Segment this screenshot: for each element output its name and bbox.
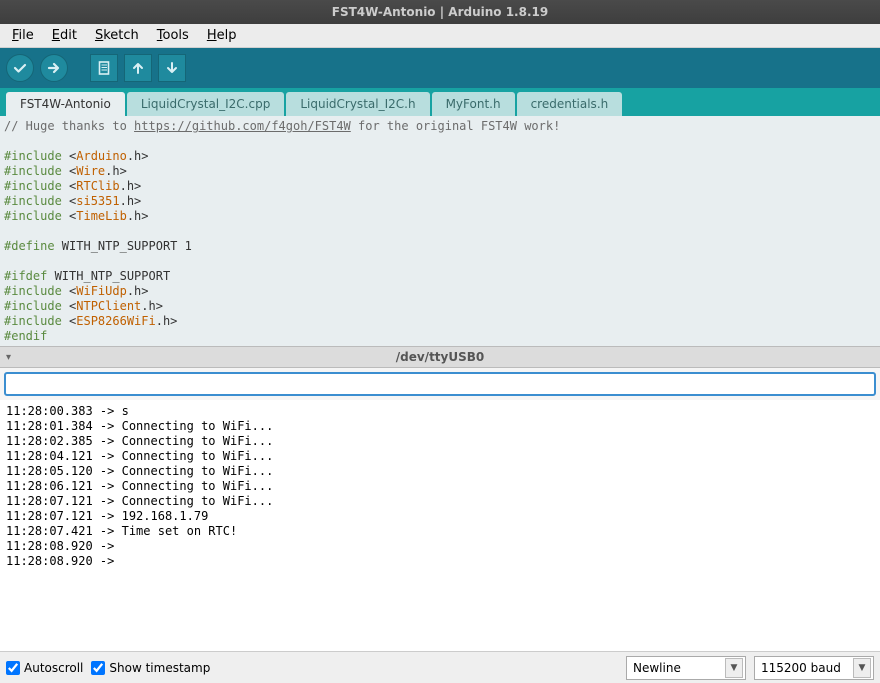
serial-input[interactable] [4, 372, 876, 396]
line-ending-select[interactable]: Newline ▼ [626, 656, 746, 680]
tab-liquidcrystal-cpp[interactable]: LiquidCrystal_I2C.cpp [127, 92, 284, 116]
autoscroll-input[interactable] [6, 661, 20, 675]
window-title: FST4W-Antonio | Arduino 1.8.19 [332, 5, 548, 19]
serial-output[interactable]: 11:28:00.383 -> s 11:28:01.384 -> Connec… [0, 400, 880, 651]
serial-monitor-header: ▾ /dev/ttyUSB0 [0, 346, 880, 368]
arrow-down-icon [164, 60, 180, 76]
window-titlebar: FST4W-Antonio | Arduino 1.8.19 [0, 0, 880, 24]
tab-fst4w-antonio[interactable]: FST4W-Antonio [6, 92, 125, 116]
tab-credentials-h[interactable]: credentials.h [517, 92, 623, 116]
menubar: File Edit Sketch Tools Help [0, 24, 880, 48]
arrow-up-icon [130, 60, 146, 76]
arrow-right-icon [46, 60, 62, 76]
file-icon [96, 60, 112, 76]
upload-button[interactable] [40, 54, 68, 82]
serial-bottom-bar: Autoscroll Show timestamp Newline ▼ 1152… [0, 651, 880, 683]
toolbar [0, 48, 880, 88]
check-icon [12, 60, 28, 76]
code-editor[interactable]: // Huge thanks to https://github.com/f4g… [0, 116, 880, 346]
menu-sketch[interactable]: Sketch [87, 26, 147, 45]
menu-help[interactable]: Help [199, 26, 245, 45]
collapse-icon[interactable]: ▾ [6, 352, 11, 363]
baud-select[interactable]: 115200 baud ▼ [754, 656, 874, 680]
comment-link[interactable]: https://github.com/f4goh/FST4W [134, 119, 351, 133]
tab-bar: FST4W-Antonio LiquidCrystal_I2C.cpp Liqu… [0, 88, 880, 116]
tab-liquidcrystal-h[interactable]: LiquidCrystal_I2C.h [286, 92, 429, 116]
menu-tools[interactable]: Tools [149, 26, 197, 45]
menu-file[interactable]: File [4, 26, 42, 45]
autoscroll-checkbox[interactable]: Autoscroll [6, 661, 83, 675]
new-button[interactable] [90, 54, 118, 82]
serial-port-label: /dev/ttyUSB0 [396, 350, 485, 364]
timestamp-checkbox[interactable]: Show timestamp [91, 661, 210, 675]
serial-input-row [0, 368, 880, 400]
timestamp-input[interactable] [91, 661, 105, 675]
chevron-down-icon: ▼ [725, 658, 743, 678]
save-button[interactable] [158, 54, 186, 82]
menu-edit[interactable]: Edit [44, 26, 85, 45]
chevron-down-icon: ▼ [853, 658, 871, 678]
verify-button[interactable] [6, 54, 34, 82]
tab-myfont-h[interactable]: MyFont.h [432, 92, 515, 116]
open-button[interactable] [124, 54, 152, 82]
